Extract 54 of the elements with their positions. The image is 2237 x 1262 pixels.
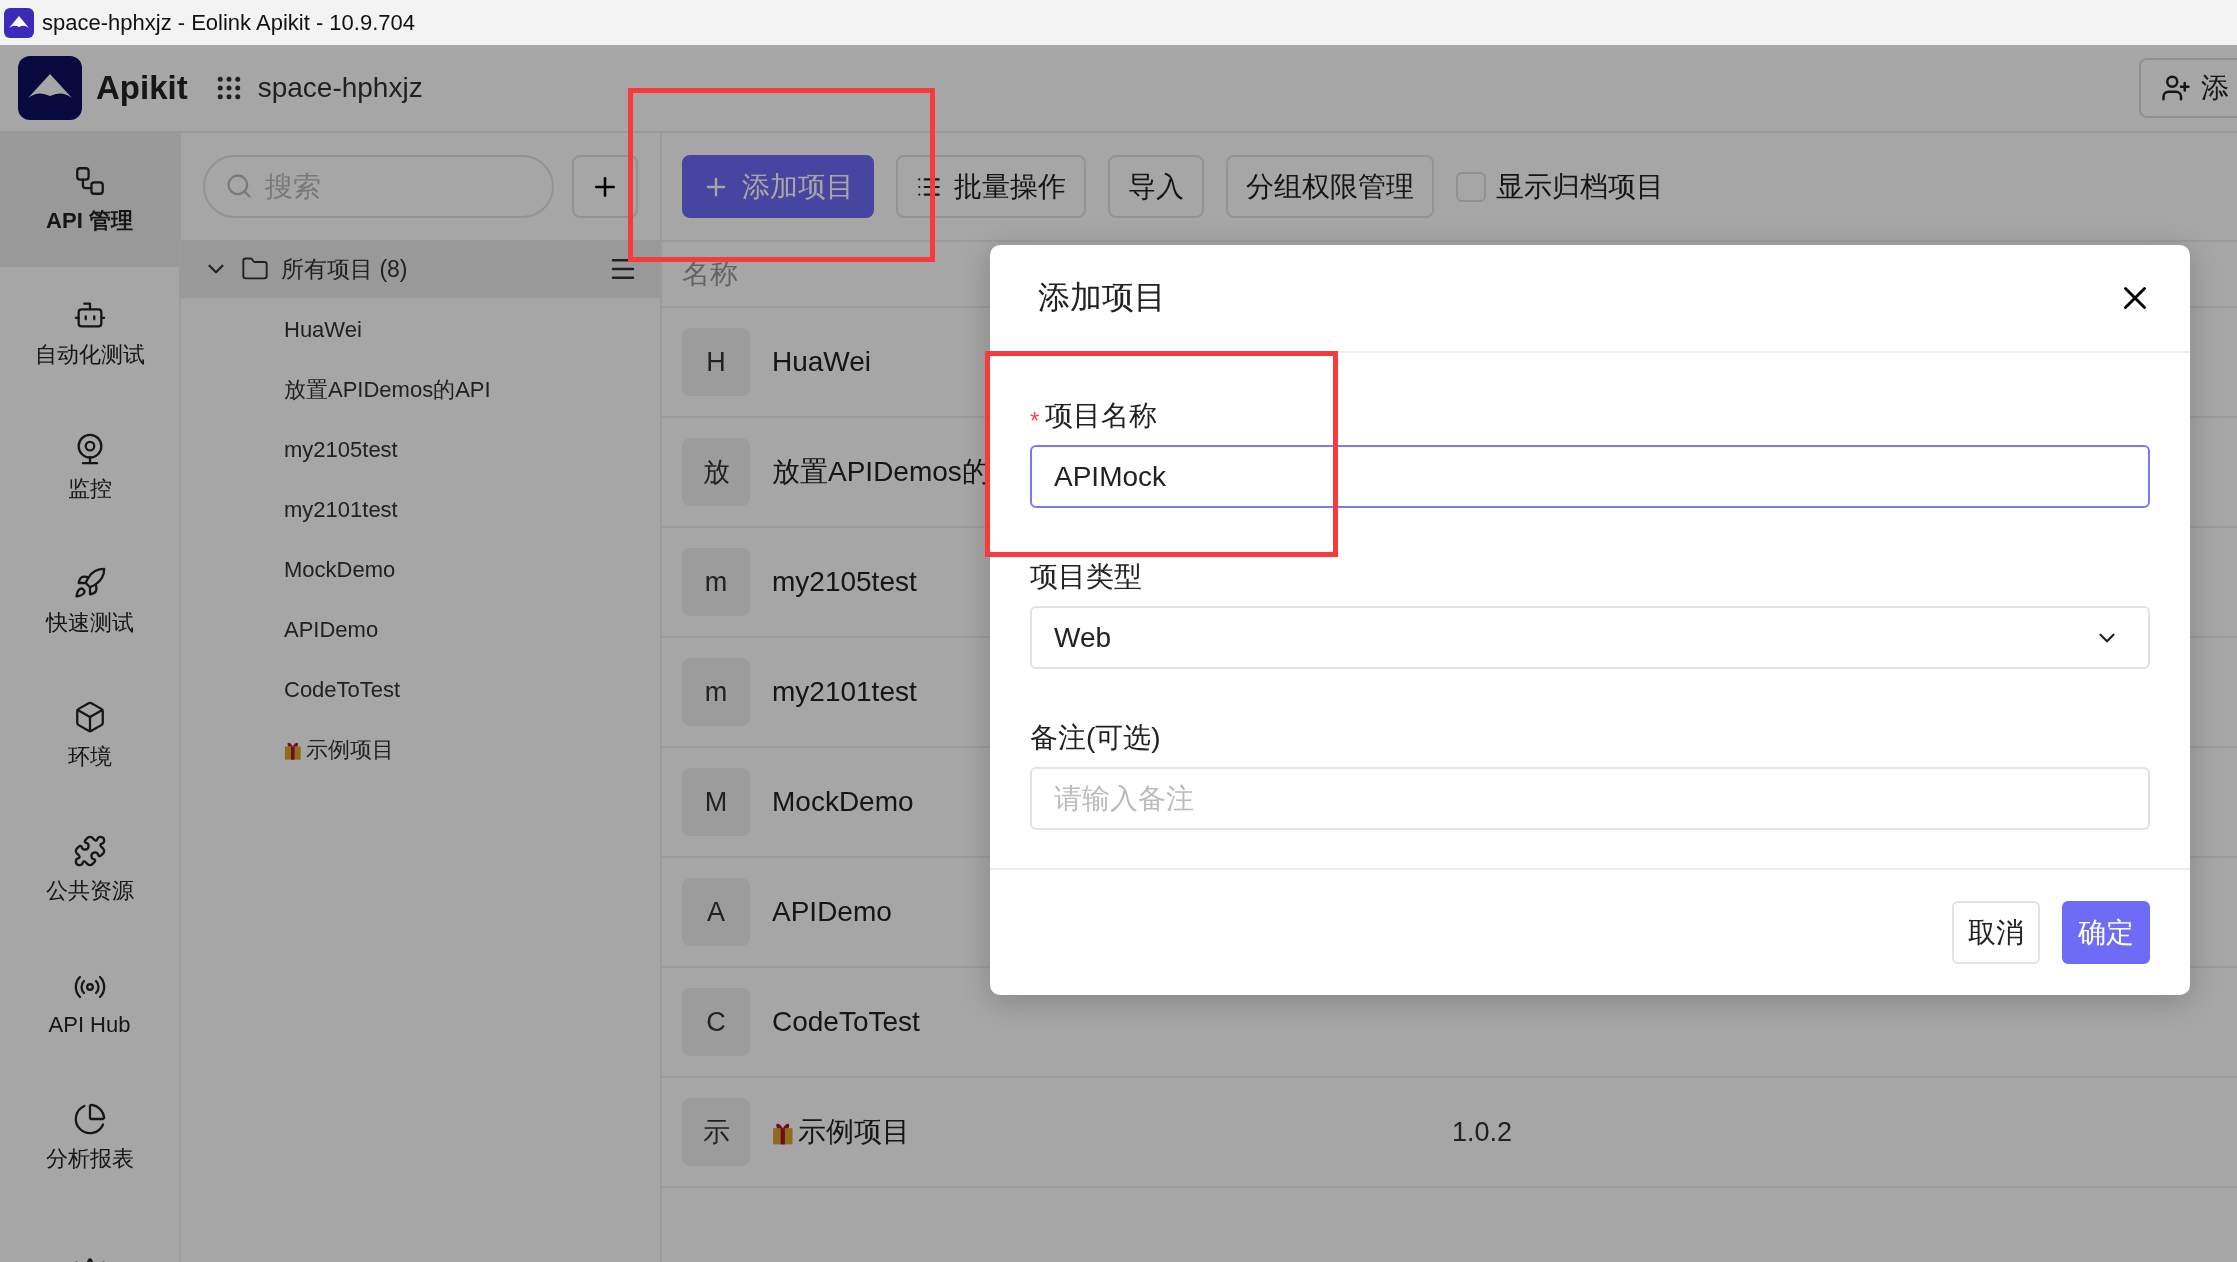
field-label: 项目类型 xyxy=(1030,560,1142,594)
rocket-icon xyxy=(72,566,107,600)
tree-item[interactable]: HuaWei xyxy=(181,300,660,360)
tree-item[interactable]: CodeToTest xyxy=(181,660,660,720)
app-icon xyxy=(4,7,34,38)
add-member-button[interactable]: 添 xyxy=(2139,58,2237,118)
toolbar-button[interactable]: 分组权限管理 xyxy=(1226,155,1434,218)
tree-item[interactable]: my2101test xyxy=(181,480,660,540)
tree-item[interactable]: APIDemo xyxy=(181,600,660,660)
window-title: space-hphxjz - Eolink Apikit - 10.9.704 xyxy=(42,9,415,36)
nav-item[interactable]: 公共资源 xyxy=(0,803,179,937)
nav-item[interactable]: 分析报表 xyxy=(0,1071,179,1205)
project-avatar: C xyxy=(682,988,750,1056)
input-field[interactable]: APIMock xyxy=(1030,445,2150,508)
puzzle-icon xyxy=(72,834,107,868)
pie-chart-icon xyxy=(72,1102,107,1136)
project-avatar: H xyxy=(682,328,750,396)
nav-item[interactable]: API Hub xyxy=(0,937,179,1071)
tree-item[interactable]: MockDemo xyxy=(181,540,660,600)
project-name[interactable]: 示例项目 xyxy=(772,1113,1452,1151)
field-label: 备注(可选) xyxy=(1030,721,1161,755)
cancel-button[interactable]: 取消 xyxy=(1952,901,2040,964)
toolbar-button[interactable]: 导入 xyxy=(1108,155,1204,218)
checkbox-label: 显示归档项目 xyxy=(1496,169,1664,204)
search-icon xyxy=(225,172,253,200)
dialog-title: 添加项目 xyxy=(1038,278,1166,317)
column-header: 名称 xyxy=(682,257,738,291)
version-text: 1.0.2 xyxy=(1452,1116,1513,1148)
toolbar-button[interactable]: 批量操作 xyxy=(896,155,1086,218)
nav-item[interactable]: 监控 xyxy=(0,401,179,535)
workspace-name[interactable]: space-hphxjz xyxy=(257,72,423,104)
tree-item[interactable]: my2105test xyxy=(181,420,660,480)
project-name[interactable]: CodeToTest xyxy=(772,1006,1452,1038)
input-field[interactable]: 请输入备注 xyxy=(1030,767,2150,830)
user-plus-icon xyxy=(2161,73,2191,103)
confirm-button[interactable]: 确定 xyxy=(2062,901,2150,964)
project-avatar: 放 xyxy=(682,438,750,506)
project-avatar: m xyxy=(682,548,750,616)
tree-item[interactable]: 示例项目 xyxy=(181,720,660,780)
project-avatar: m xyxy=(682,658,750,726)
project-avatar: M xyxy=(682,768,750,836)
nav-item[interactable]: API 管理 xyxy=(0,133,179,267)
logo-icon xyxy=(18,56,82,120)
nav-item[interactable]: 自动化测试 xyxy=(0,267,179,401)
tree-group-label[interactable]: 所有项目 (8) xyxy=(281,253,408,285)
tree-item[interactable]: 放置APIDemos的API xyxy=(181,360,660,420)
project-avatar: 示 xyxy=(682,1098,750,1166)
nav-item[interactable]: 快速测试 xyxy=(0,535,179,669)
project-avatar: A xyxy=(682,878,750,946)
type-select[interactable]: Web xyxy=(1030,606,2150,669)
nav-item[interactable]: 环境 xyxy=(0,669,179,803)
required-mark: * xyxy=(1030,407,1040,435)
brand-name: Apikit xyxy=(96,69,188,107)
field-label: 项目名称 xyxy=(1045,399,1158,433)
